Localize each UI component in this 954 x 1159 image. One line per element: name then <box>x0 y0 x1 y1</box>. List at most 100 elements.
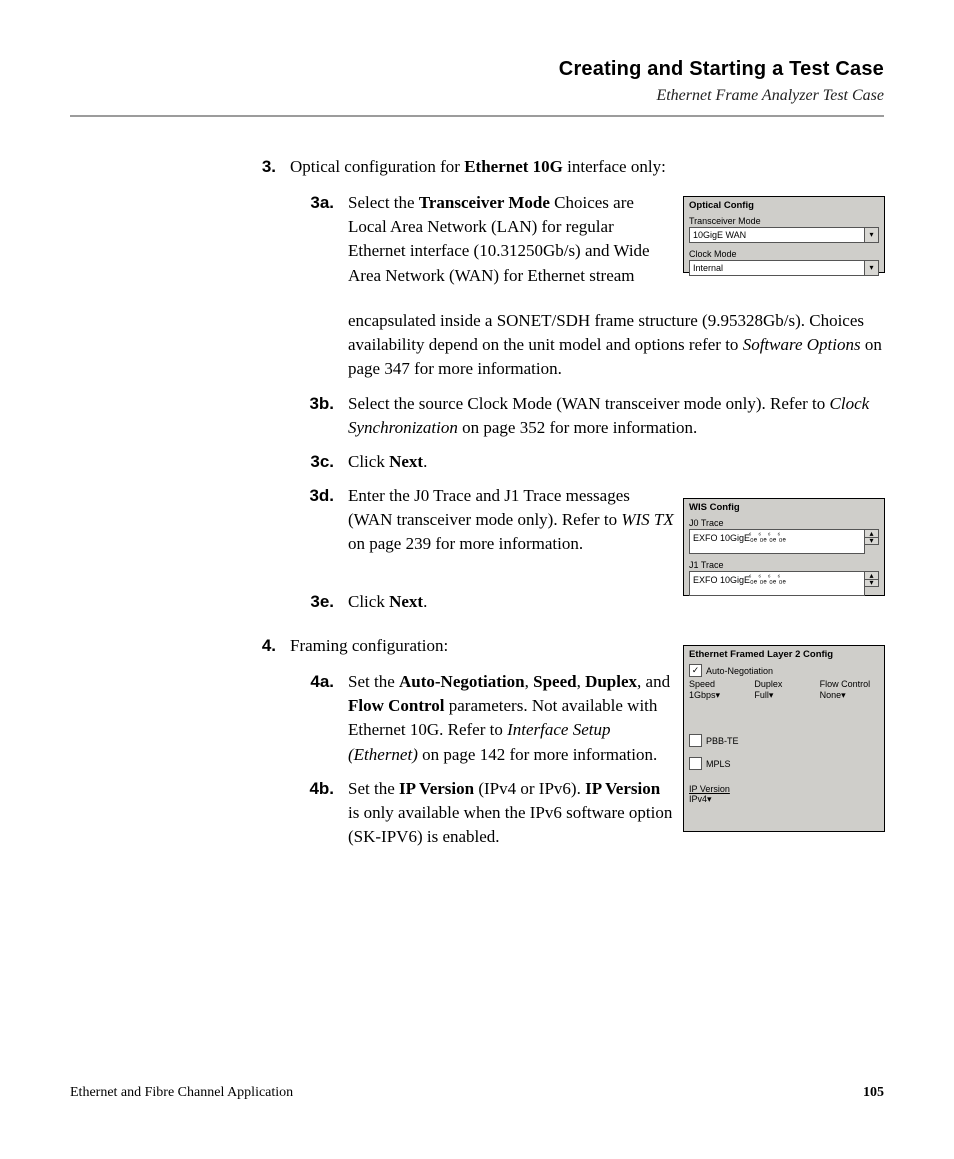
t: Software Options <box>743 335 861 354</box>
step-3d-marker: 3d. <box>309 486 334 505</box>
t: Flow Control <box>348 696 445 715</box>
ip-version-value: IPv4 <box>689 794 707 805</box>
step-3c-marker: 3c. <box>310 452 334 471</box>
t: Next <box>389 592 423 611</box>
t: Select the source Clock Mode (WAN transc… <box>348 394 830 413</box>
ip-version-dropdown[interactable]: IPv4 ▾ <box>689 794 747 805</box>
step-3b-marker: 3b. <box>309 394 334 413</box>
duplex-label: Duplex <box>754 679 813 689</box>
transceiver-mode-label: Transceiver Mode <box>684 213 884 227</box>
duplex-value: Full <box>754 690 769 704</box>
ip-version-label: IP Version <box>689 784 879 794</box>
t: Duplex <box>585 672 637 691</box>
j1-trace-label: J1 Trace <box>684 557 884 571</box>
pbb-te-checkbox[interactable]: PBB-TE <box>684 732 744 749</box>
step-3-marker: 3. <box>262 157 276 176</box>
footer-left: Ethernet and Fibre Channel Application <box>70 1085 293 1101</box>
j0-trace-label: J0 Trace <box>684 515 884 529</box>
step-4b-marker: 4b. <box>309 779 334 798</box>
t: Set the <box>348 672 399 691</box>
step-3c: 3c. Click Next. <box>290 450 884 474</box>
step-3-text-post: interface only: <box>563 157 666 176</box>
chevron-down-icon[interactable]: ▾ <box>865 537 879 545</box>
optical-config-title: Optical Config <box>684 197 884 213</box>
t: WIS TX <box>621 510 673 529</box>
speed-dropdown[interactable]: 1Gbps ▾ <box>689 690 748 704</box>
j1-trace-value[interactable]: EXFO 10GigEⷠ₀ₑ ⷠ₀ₑ ⷠ₀ₑ ⷠ₀ₑ <box>689 571 865 596</box>
step-3-text-bold: Ethernet 10G <box>464 157 563 176</box>
auto-negotiation-label: Auto-Negotiation <box>706 666 773 676</box>
t: , and <box>637 672 670 691</box>
t: Next <box>389 452 423 471</box>
speed-label: Speed <box>689 679 748 689</box>
j0-trace-scrollbar[interactable]: ▴ ▾ <box>865 529 879 554</box>
wis-config-panel: WIS Config J0 Trace EXFO 10GigEⷠ₀ₑ ⷠ₀ₑ ⷠ… <box>683 498 885 596</box>
chevron-down-icon[interactable]: ▾ <box>865 260 879 276</box>
t: , <box>525 672 534 691</box>
auto-negotiation-checkbox[interactable]: ✓ Auto-Negotiation <box>684 662 778 679</box>
step-3b-body: Select the source Clock Mode (WAN transc… <box>348 392 884 440</box>
j1-trace-scrollbar[interactable]: ▴ ▾ <box>865 571 879 596</box>
t: . <box>423 592 427 611</box>
chevron-down-icon[interactable]: ▾ <box>865 227 879 243</box>
chevron-down-icon[interactable]: ▾ <box>865 579 879 587</box>
chevron-down-icon[interactable]: ▾ <box>707 794 712 805</box>
section-title: Ethernet Frame Analyzer Test Case <box>70 87 884 105</box>
checkbox-unchecked-icon <box>689 757 702 770</box>
speed-value: 1Gbps <box>689 690 716 704</box>
t: on page 352 for more information. <box>458 418 697 437</box>
ethernet-l2-config-title: Ethernet Framed Layer 2 Config <box>684 646 884 662</box>
t: Click <box>348 592 389 611</box>
t: (IPv4 or IPv6). <box>474 779 585 798</box>
chevron-down-icon[interactable]: ▾ <box>769 690 774 704</box>
j1-trace-field[interactable]: EXFO 10GigEⷠ₀ₑ ⷠ₀ₑ ⷠ₀ₑ ⷠ₀ₑ ▴ ▾ <box>689 571 879 596</box>
step-4-text: Framing configuration: <box>290 636 448 655</box>
chevron-down-icon[interactable]: ▾ <box>716 690 721 704</box>
j0-trace-value[interactable]: EXFO 10GigEⷠ₀ₑ ⷠ₀ₑ ⷠ₀ₑ ⷠ₀ₑ <box>689 529 865 554</box>
clock-mode-label: Clock Mode <box>684 246 884 260</box>
header-rule <box>70 115 884 117</box>
chapter-title: Creating and Starting a Test Case <box>70 58 884 81</box>
t: . <box>423 452 427 471</box>
t: is only available when the IPv6 software… <box>348 803 672 846</box>
step-4a-marker: 4a. <box>310 672 334 691</box>
step-3a-marker: 3a. <box>310 193 334 212</box>
duplex-dropdown[interactable]: Full ▾ <box>754 690 813 704</box>
step-3b: 3b. Select the source Clock Mode (WAN tr… <box>290 392 884 440</box>
optical-config-panel: Optical Config Transceiver Mode 10GigE W… <box>683 196 885 273</box>
step-3-text-pre: Optical configuration for <box>290 157 464 176</box>
j0-trace-field[interactable]: EXFO 10GigEⷠ₀ₑ ⷠ₀ₑ ⷠ₀ₑ ⷠ₀ₑ ▴ ▾ <box>689 529 879 554</box>
chevron-down-icon[interactable]: ▾ <box>841 690 846 704</box>
t: Select the <box>348 193 419 212</box>
step-3c-body: Click Next. <box>348 450 884 474</box>
t: IP Version <box>399 779 474 798</box>
step-3e-marker: 3e. <box>310 592 334 611</box>
mpls-checkbox[interactable]: MPLS <box>684 755 736 772</box>
flow-control-value: None <box>820 690 842 704</box>
wis-config-title: WIS Config <box>684 499 884 515</box>
t: Auto-Negotiation <box>399 672 525 691</box>
transceiver-mode-value: 10GigE WAN <box>689 227 865 243</box>
t: Enter the J0 Trace and J1 Trace messages… <box>348 486 630 529</box>
page: Creating and Starting a Test Case Ethern… <box>0 0 954 1159</box>
clock-mode-value: Internal <box>689 260 865 276</box>
t: , <box>577 672 586 691</box>
checkbox-unchecked-icon <box>689 734 702 747</box>
checkbox-checked-icon: ✓ <box>689 664 702 677</box>
t: Transceiver Mode <box>419 193 550 212</box>
flow-control-label: Flow Control <box>820 679 879 689</box>
step-4-marker: 4. <box>262 636 276 655</box>
ethernet-l2-config-panel: Ethernet Framed Layer 2 Config ✓ Auto-Ne… <box>683 645 885 832</box>
clock-mode-dropdown[interactable]: Internal ▾ <box>689 260 879 276</box>
mpls-label: MPLS <box>706 759 731 769</box>
ip-version-group: IP Version IPv4 ▾ <box>684 782 884 810</box>
t: Speed <box>533 672 576 691</box>
pbb-te-label: PBB-TE <box>706 736 739 746</box>
speed-duplex-flow-row: Speed 1Gbps ▾ Duplex Full ▾ Flow Control… <box>684 679 884 704</box>
t: Set the <box>348 779 399 798</box>
t: on page 142 for more information. <box>418 745 657 764</box>
page-footer: Ethernet and Fibre Channel Application 1… <box>70 1085 884 1101</box>
transceiver-mode-dropdown[interactable]: 10GigE WAN ▾ <box>689 227 879 243</box>
page-number: 105 <box>863 1085 884 1101</box>
flow-control-dropdown[interactable]: None ▾ <box>820 690 879 704</box>
